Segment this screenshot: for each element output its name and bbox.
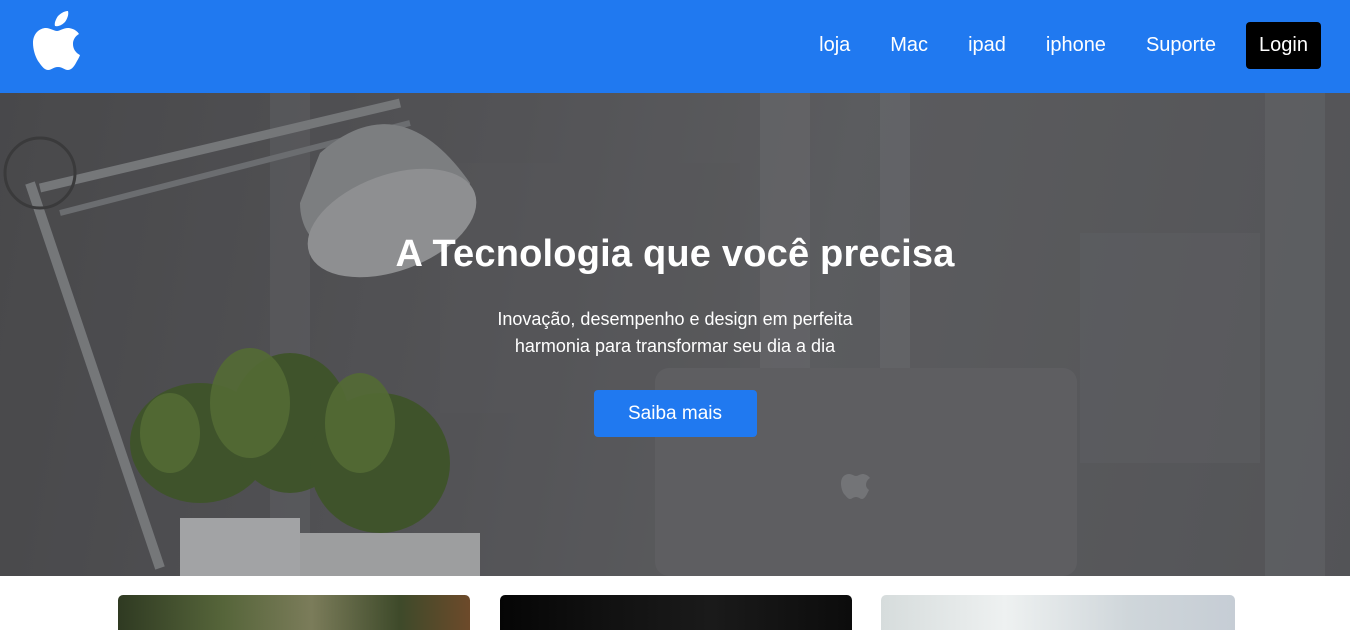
nav-link-loja[interactable]: loja: [819, 22, 850, 69]
nav-link-suporte[interactable]: Suporte: [1146, 22, 1216, 69]
login-button[interactable]: Login: [1246, 22, 1321, 69]
hero-title: A Tecnologia que você precisa: [395, 233, 955, 275]
nav-link-mac[interactable]: Mac: [890, 22, 928, 69]
product-cards: [0, 576, 1350, 630]
navbar: loja Mac ipad iphone Suporte Login: [0, 0, 1350, 93]
apple-logo-icon[interactable]: [28, 9, 86, 75]
product-card-light[interactable]: [881, 595, 1235, 630]
hero-banner: A Tecnologia que você precisa Inovação, …: [0, 93, 1350, 576]
saiba-mais-button[interactable]: Saiba mais: [593, 390, 757, 437]
product-card-plant[interactable]: [118, 595, 470, 630]
hero-subtitle: Inovação, desempenho e design em perfeit…: [497, 309, 853, 356]
nav-link-ipad[interactable]: ipad: [968, 22, 1006, 69]
product-card-dark[interactable]: [500, 595, 852, 630]
hero-content: A Tecnologia que você precisa Inovação, …: [0, 93, 1350, 576]
nav-link-iphone[interactable]: iphone: [1046, 22, 1106, 69]
nav-links: loja Mac ipad iphone Suporte Login: [819, 22, 1321, 69]
